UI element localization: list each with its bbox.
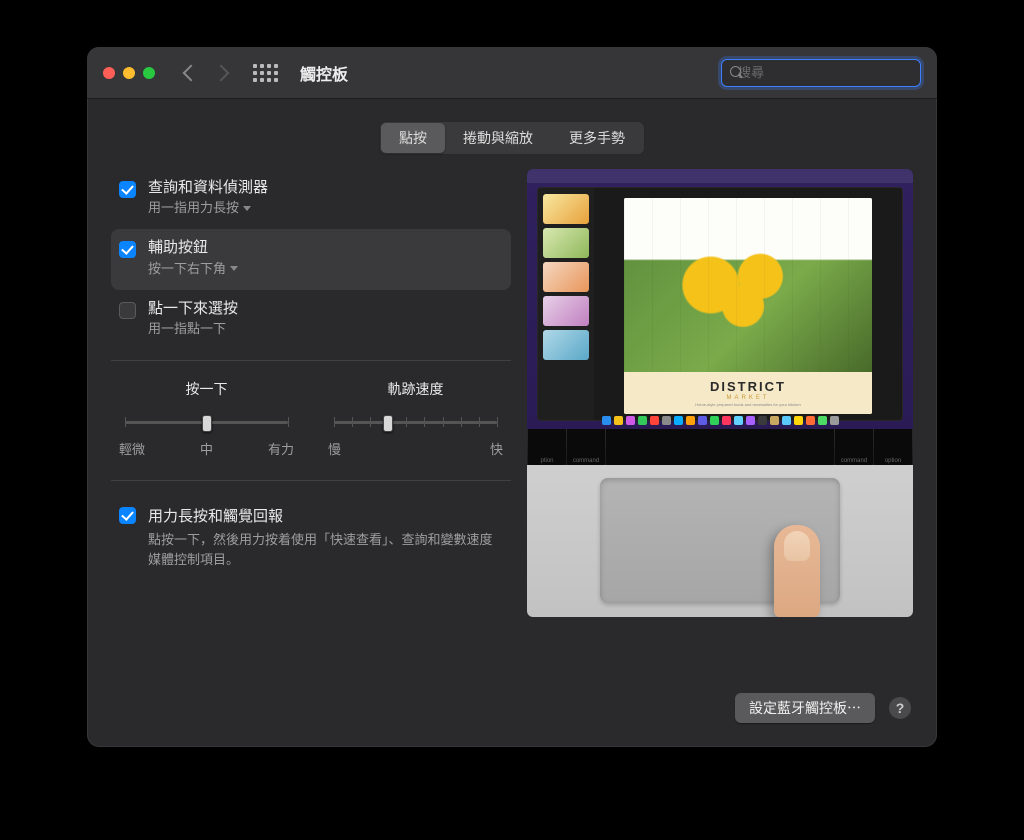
option-secondary-click[interactable]: 輔助按鈕 按一下右下角 xyxy=(111,229,511,289)
tap-to-click-subtitle: 用一指點一下 xyxy=(148,320,238,338)
tab-more-gestures[interactable]: 更多手勢 xyxy=(551,123,643,153)
tab-scroll-zoom[interactable]: 捲動與縮放 xyxy=(445,123,551,153)
tab-point-click[interactable]: 點按 xyxy=(381,123,445,153)
tap-to-click-checkbox[interactable] xyxy=(119,302,136,319)
click-slider-thumb[interactable] xyxy=(202,415,212,432)
click-pressure-slider-block: 按一下 輕微 中 有力 xyxy=(117,379,296,458)
click-slider-mid-label: 中 xyxy=(200,439,213,458)
window-title: 觸控板 xyxy=(300,61,348,85)
tracking-slider-thumb[interactable] xyxy=(383,415,393,432)
setup-bluetooth-trackpad-button[interactable]: 設定藍牙觸控板⋯ xyxy=(735,693,875,723)
preview-trackpad xyxy=(527,465,913,617)
preview-dock xyxy=(527,413,913,429)
click-slider-label: 按一下 xyxy=(117,379,296,399)
preferences-window: 觸控板 點按 捲動與縮放 更多手勢 查詢和資料偵測器 用一指用力長按 xyxy=(87,47,937,747)
gesture-preview-video: DISTRICT MARKET Home-style prepared food… xyxy=(527,169,913,617)
preview-doc-subtitle: MARKET xyxy=(726,395,769,401)
forward-button[interactable] xyxy=(213,64,230,81)
options-column: 查詢和資料偵測器 用一指用力長按 輔助按鈕 按一下右下角 xyxy=(111,169,511,617)
chevron-down-icon xyxy=(230,266,238,271)
secondary-click-checkbox[interactable] xyxy=(119,241,136,258)
divider xyxy=(111,360,511,361)
option-force-click[interactable]: 用力長按和觸覺回報 點按一下，然後用力按着使用「快速查看」、查詢和變數速度媒體控… xyxy=(111,499,511,575)
force-click-title: 用力長按和觸覺回報 xyxy=(148,505,498,526)
tracking-slider-left-label: 慢 xyxy=(328,439,341,458)
lookup-checkbox[interactable] xyxy=(119,181,136,198)
divider xyxy=(111,480,511,481)
close-window-button[interactable] xyxy=(103,67,115,79)
chevron-down-icon xyxy=(243,206,251,211)
tracking-speed-slider-block: 軌跡速度 慢 快 xyxy=(326,379,505,458)
option-tap-to-click[interactable]: 點一下來選按 用一指點一下 xyxy=(111,290,511,350)
zoom-window-button[interactable] xyxy=(143,67,155,79)
preview-doc-title: DISTRICT xyxy=(710,379,786,394)
option-lookup[interactable]: 查詢和資料偵測器 用一指用力長按 xyxy=(111,169,511,229)
tracking-speed-slider[interactable] xyxy=(334,413,497,431)
secondary-click-title: 輔助按鈕 xyxy=(148,239,238,256)
search-input[interactable] xyxy=(736,64,916,81)
click-slider-left-label: 輕微 xyxy=(119,439,145,458)
click-slider-right-label: 有力 xyxy=(268,439,294,458)
tracking-slider-right-label: 快 xyxy=(490,439,503,458)
back-button[interactable] xyxy=(183,64,200,81)
nav-buttons xyxy=(185,67,227,79)
force-click-description: 點按一下，然後用力按着使用「快速查看」、查詢和變數速度媒體控制項目。 xyxy=(148,530,498,569)
tracking-slider-label: 軌跡速度 xyxy=(326,379,505,399)
tab-segmented-control[interactable]: 點按 捲動與縮放 更多手勢 xyxy=(379,121,645,155)
search-field[interactable] xyxy=(721,59,921,87)
preview-keyboard-row: ptioncommandcommandoption xyxy=(527,429,913,465)
preview-finger xyxy=(774,525,820,617)
minimize-window-button[interactable] xyxy=(123,67,135,79)
lookup-subtitle-dropdown[interactable]: 用一指用力長按 xyxy=(148,199,268,217)
footer: 設定藍牙觸控板⋯ ? xyxy=(735,693,911,723)
help-button[interactable]: ? xyxy=(889,697,911,719)
window-traffic-lights xyxy=(103,67,155,79)
force-click-checkbox[interactable] xyxy=(119,507,136,524)
show-all-icon[interactable] xyxy=(253,64,278,82)
lookup-title: 查詢和資料偵測器 xyxy=(148,179,268,196)
secondary-click-subtitle-dropdown[interactable]: 按一下右下角 xyxy=(148,260,238,278)
tap-to-click-title: 點一下來選按 xyxy=(148,300,238,317)
window-toolbar: 觸控板 xyxy=(87,47,937,99)
click-pressure-slider[interactable] xyxy=(125,413,288,431)
preview-doc-tagline: Home-style prepared foods and necessitie… xyxy=(695,402,800,407)
